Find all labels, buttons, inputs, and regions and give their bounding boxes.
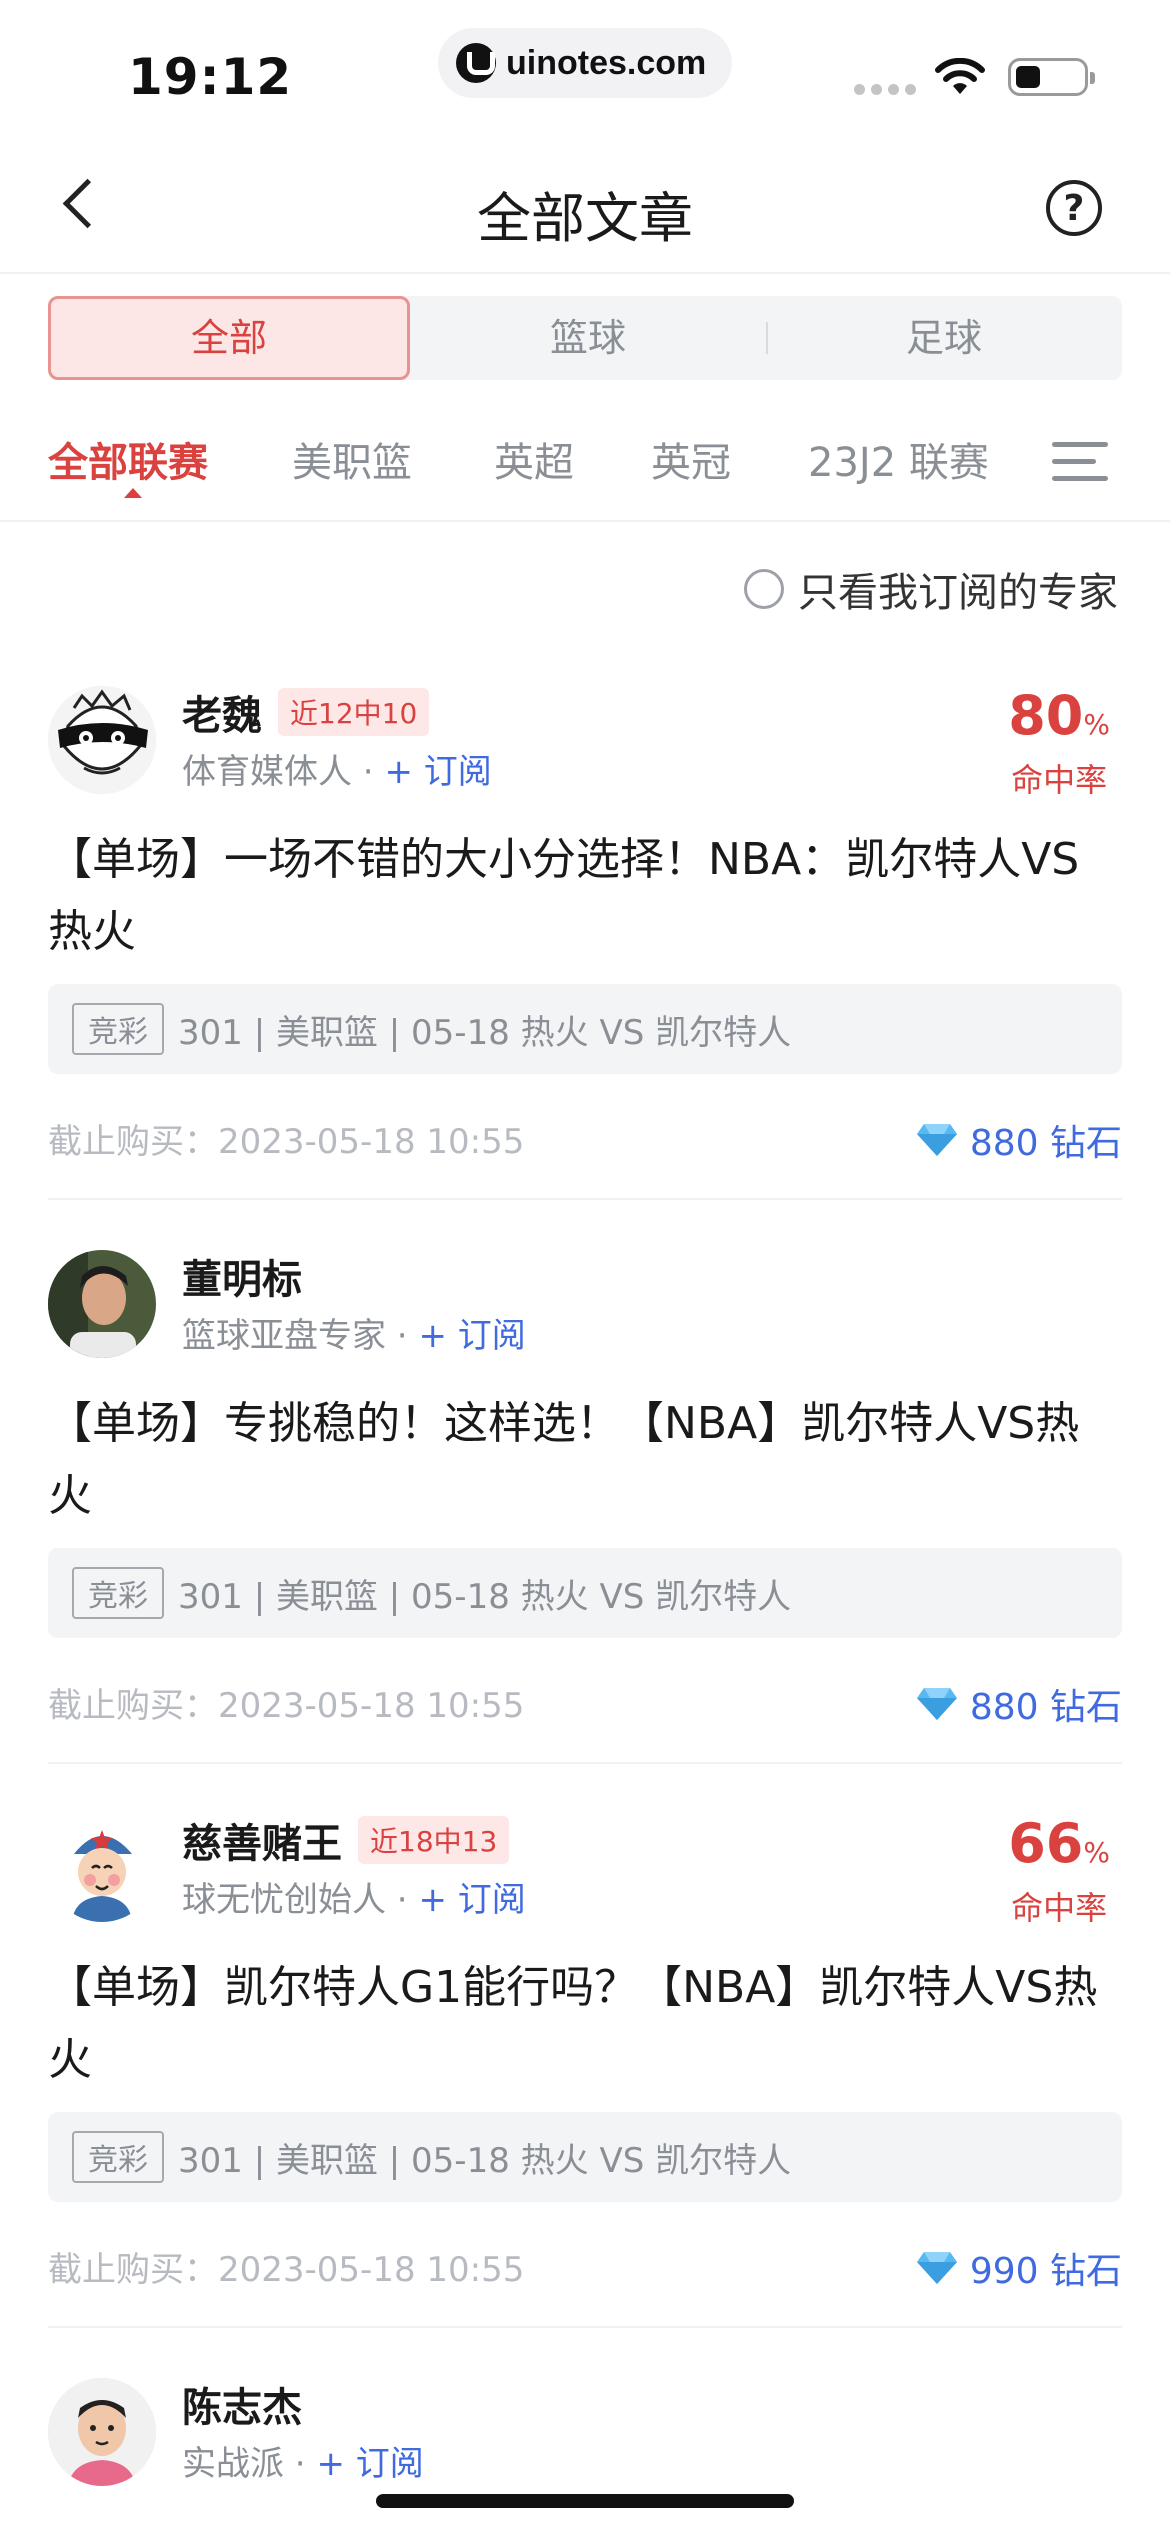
author-name[interactable]: 慈善赌王 xyxy=(182,1811,342,1869)
divider xyxy=(48,1762,1122,1764)
author-role: 篮球亚盘专家 · xyxy=(182,1316,419,1356)
tab-premier-league[interactable]: 英超 xyxy=(494,430,574,488)
hit-rate-label: 命中率 xyxy=(1011,1889,1108,1927)
author-name[interactable]: 董明标 xyxy=(182,1247,302,1305)
hit-rate-percent: % xyxy=(1083,708,1110,741)
author-meta: 篮球亚盘专家 · + 订阅 xyxy=(182,1308,526,1357)
author-meta: 球无忧创始人 · + 订阅 xyxy=(182,1872,526,1921)
price[interactable]: 880 钻石 xyxy=(916,1114,1122,1166)
active-tab-indicator xyxy=(124,488,142,498)
author-meta: 体育媒体人 · + 订阅 xyxy=(182,744,492,793)
url-text: uinotes.com xyxy=(506,43,707,82)
nav-bar: 全部文章 ? xyxy=(0,140,1170,274)
subscribe-button[interactable]: + 订阅 xyxy=(418,1880,525,1920)
article-title[interactable]: 【单场】专挑稳的！这样选！【NBA】凯尔特人VS热火 xyxy=(48,1388,1122,1532)
article-title[interactable]: 【单场】一场不错的大小分选择！NBA：凯尔特人VS热火 xyxy=(48,824,1122,968)
tab-j2-league[interactable]: 23J2 联赛 xyxy=(808,430,989,488)
tab-all-leagues[interactable]: 全部联赛 xyxy=(48,430,208,488)
hit-rate-label: 命中率 xyxy=(1011,761,1108,799)
author-name[interactable]: 陈志杰 xyxy=(182,2378,302,2433)
battery-icon xyxy=(1008,58,1095,96)
radio-button[interactable] xyxy=(744,569,784,609)
article-title[interactable]: 【单场】凯尔特人G1能行吗？【NBA】凯尔特人VS热火 xyxy=(48,1952,1122,2096)
league-tabs: 全部联赛 美职篮 英超 英冠 23J2 联赛 xyxy=(0,412,1170,522)
segment-all[interactable]: 全部 xyxy=(48,296,410,380)
price-value: 880 钻石 xyxy=(969,1687,1122,1728)
price-value: 990 钻石 xyxy=(969,2251,1122,2292)
wifi-icon xyxy=(935,58,985,94)
match-info: 竞彩 301 | 美职篮 | 05-18 热火 VS 凯尔特人 xyxy=(48,1548,1122,1638)
lottery-badge: 竞彩 xyxy=(72,2131,164,2183)
author-role: 体育媒体人 · xyxy=(182,752,385,792)
price[interactable]: 990 钻石 xyxy=(916,2242,1122,2294)
diamond-icon xyxy=(916,1124,957,1156)
match-text: 301 | 美职篮 | 05-18 热火 VS 凯尔特人 xyxy=(178,2140,792,2181)
hit-rate: 66% 命中率 xyxy=(1008,1814,1110,1929)
segment-basketball[interactable]: 篮球 xyxy=(410,296,766,380)
diamond-icon xyxy=(916,2252,957,2284)
help-icon[interactable]: ? xyxy=(1046,180,1102,236)
menu-icon[interactable] xyxy=(1052,440,1108,484)
match-info: 竞彩 301 | 美职篮 | 05-18 热火 VS 凯尔特人 xyxy=(48,984,1122,1074)
price[interactable]: 880 钻石 xyxy=(916,1678,1122,1730)
match-info: 竞彩 301 | 美职篮 | 05-18 热火 VS 凯尔特人 xyxy=(48,2112,1122,2202)
author-meta: 实战派 · + 订阅 xyxy=(182,2436,424,2485)
author-role: 球无忧创始人 · xyxy=(182,1880,419,1920)
match-text: 301 | 美职篮 | 05-18 热火 VS 凯尔特人 xyxy=(178,1576,792,1617)
hit-rate-percent: % xyxy=(1083,1836,1110,1869)
streak-badge: 近18中13 xyxy=(358,1816,510,1864)
url-pill[interactable]: uinotes.com xyxy=(438,28,732,98)
lottery-badge: 竞彩 xyxy=(72,1003,164,1055)
signal-icon xyxy=(854,84,916,95)
divider xyxy=(48,1198,1122,1200)
lottery-badge: 竞彩 xyxy=(72,1567,164,1619)
article-card[interactable]: 老魏 近12中10 体育媒体人 · + 订阅 80% 命中率 【单场】一场不错的… xyxy=(48,686,1122,1206)
purchase-deadline: 截止购买：2023-05-18 10:55 xyxy=(48,1122,525,1162)
article-card[interactable]: 陈志杰 实战派 · + 订阅 xyxy=(48,2378,1122,2532)
purchase-deadline: 截止购买：2023-05-18 10:55 xyxy=(48,1686,525,1726)
article-card[interactable]: 董明标 篮球亚盘专家 · + 订阅 【单场】专挑稳的！这样选！【NBA】凯尔特人… xyxy=(48,1250,1122,1770)
sport-segmented-control: 全部 篮球 足球 xyxy=(48,296,1122,380)
subscribe-button[interactable]: + 订阅 xyxy=(384,752,491,792)
streak-badge: 近12中10 xyxy=(278,688,430,736)
avatar[interactable] xyxy=(48,686,156,794)
subscribe-button[interactable]: + 订阅 xyxy=(418,1316,525,1356)
purchase-deadline: 截止购买：2023-05-18 10:55 xyxy=(48,2250,525,2290)
price-value: 880 钻石 xyxy=(969,1123,1122,1164)
page-title: 全部文章 xyxy=(477,187,693,250)
tab-nba[interactable]: 美职篮 xyxy=(292,430,412,488)
tab-championship[interactable]: 英冠 xyxy=(651,430,731,488)
author-name[interactable]: 老魏 xyxy=(182,683,262,741)
author-role: 实战派 · xyxy=(182,2444,317,2484)
avatar[interactable] xyxy=(48,1814,156,1922)
status-bar: 19:12 uinotes.com xyxy=(0,0,1170,140)
subscribe-button[interactable]: + 订阅 xyxy=(316,2444,423,2484)
avatar[interactable] xyxy=(48,1250,156,1358)
hit-rate-value: 80 xyxy=(1008,684,1084,747)
filter-label: 只看我订阅的专家 xyxy=(798,570,1118,616)
divider xyxy=(48,2326,1122,2328)
home-indicator xyxy=(376,2494,794,2508)
diamond-icon xyxy=(916,1688,957,1720)
subscribed-only-filter[interactable]: 只看我订阅的专家 xyxy=(744,560,1118,618)
site-logo-icon xyxy=(456,43,496,83)
hit-rate-value: 66 xyxy=(1008,1812,1084,1875)
status-time: 19:12 xyxy=(128,48,293,106)
segment-football[interactable]: 足球 xyxy=(766,296,1122,380)
avatar[interactable] xyxy=(48,2378,156,2486)
hit-rate: 80% 命中率 xyxy=(1008,686,1110,801)
match-text: 301 | 美职篮 | 05-18 热火 VS 凯尔特人 xyxy=(178,1012,792,1053)
article-card[interactable]: 慈善赌王 近18中13 球无忧创始人 · + 订阅 66% 命中率 【单场】凯尔… xyxy=(48,1814,1122,2334)
